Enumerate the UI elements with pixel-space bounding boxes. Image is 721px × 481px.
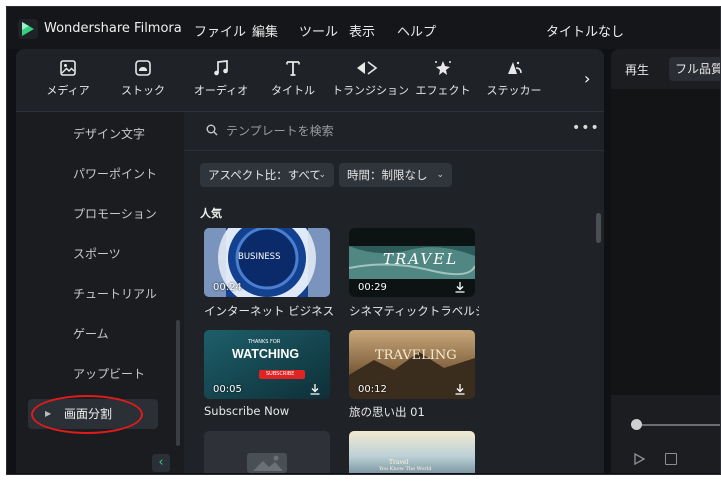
playback-slider-track[interactable] — [633, 424, 720, 426]
category-sidebar: デザイン文字 パワーポイント プロモーション スポーツ チュートリアル ゲーム … — [16, 112, 184, 473]
subscribe-thumb-text: WATCHING — [232, 347, 300, 361]
collapse-sidebar-button[interactable]: ‹ — [152, 454, 170, 472]
template-title: シネマティックトラベルシュ... — [349, 304, 479, 318]
title-bar: Wondershare Filmora ファイル 編集 ツール 表示 ヘルプ タ… — [7, 7, 720, 49]
template-title: 旅の思い出 01 — [349, 405, 425, 419]
subscribe-thumb-small: THANKS FOR — [248, 339, 281, 345]
template-content: ••• アスペクト比：すべて ⌄ 時間：制限なし ⌄ 人気 — [184, 112, 604, 473]
search-icon — [206, 124, 218, 136]
subscribe-thumb-button: SUBSCRIBE — [266, 371, 295, 377]
template-title: Subscribe Now — [204, 404, 290, 418]
tool-transition[interactable]: トランジション — [332, 59, 409, 98]
menu-file[interactable]: ファイル — [194, 21, 246, 40]
tool-transition-label: トランジション — [332, 84, 409, 97]
menu-edit[interactable]: 編集 — [252, 21, 278, 40]
tool-sticker-label: ステッカー — [486, 84, 542, 97]
download-icon[interactable] — [309, 383, 321, 395]
template-card-placeholder[interactable] — [204, 431, 330, 473]
menu-tools[interactable]: ツール — [299, 21, 338, 40]
travel-thumb-text: TRAVEL — [383, 250, 459, 268]
tool-stock-label: ストック — [121, 84, 165, 97]
template-search-input[interactable] — [226, 121, 486, 141]
menu-view[interactable]: 表示 — [349, 21, 375, 40]
sidebar-item-promotion[interactable]: プロモーション — [16, 199, 166, 229]
sidebar-item-upbeat[interactable]: アップビート — [16, 359, 166, 389]
tool-effect-label: エフェクト — [415, 84, 471, 97]
play-icon[interactable] — [633, 453, 645, 465]
sidebar-item-game[interactable]: ゲーム — [16, 319, 166, 349]
tool-audio-label: オーディオ — [193, 84, 249, 97]
download-icon[interactable] — [454, 383, 466, 395]
duration-filter-label: 時間：制限なし — [347, 168, 428, 182]
library-panel: メディア ストック オーディオ タイトル トランジション エフェクト ステッカー… — [16, 49, 604, 473]
template-card-subscribe[interactable]: THANKS FOR WATCHING SUBSCRIBE 00:05 — [204, 330, 330, 399]
chevron-down-icon: ⌄ — [436, 170, 444, 180]
more-options-icon[interactable]: ••• — [572, 120, 600, 136]
document-title: タイトルなし — [546, 25, 625, 40]
tool-stock[interactable]: ストック — [108, 59, 178, 98]
template-duration: 00:29 — [358, 282, 387, 293]
quality-dropdown[interactable]: フル品質 — [669, 57, 720, 81]
download-icon[interactable] — [454, 281, 466, 293]
tool-audio[interactable]: オーディオ — [186, 59, 256, 98]
effect-icon — [435, 61, 451, 75]
asset-toolbar: メディア ストック オーディオ タイトル トランジション エフェクト ステッカー… — [16, 49, 604, 111]
app-name: Wondershare Filmora — [44, 21, 182, 36]
toolbar-next-chevron-icon[interactable]: › — [584, 69, 590, 88]
sidebar-item-powerpoint[interactable]: パワーポイント — [16, 159, 166, 189]
preview-controls — [611, 395, 720, 473]
image-placeholder-icon — [247, 453, 287, 473]
chevron-down-icon: ⌄ — [318, 170, 326, 180]
sky-thumb-line2: You Know The World — [379, 466, 432, 472]
tool-sticker[interactable]: ステッカー — [479, 59, 549, 98]
template-card-sky[interactable]: Travel You Know The World — [349, 431, 475, 473]
menu-help[interactable]: ヘルプ — [397, 21, 436, 40]
title-icon — [286, 61, 300, 76]
tool-media[interactable]: メディア — [33, 59, 103, 98]
template-card-traveling[interactable]: TRAVELING 00:12 — [349, 330, 475, 399]
template-duration: 00:12 — [358, 384, 387, 395]
sticker-icon — [508, 61, 522, 74]
sky-thumb-line1: Travel — [389, 459, 409, 466]
audio-icon — [214, 60, 228, 76]
business-thumb-text: BUSINESS — [238, 252, 281, 262]
sidebar-item-tutorial[interactable]: チュートリアル — [16, 279, 166, 309]
filmora-logo — [18, 19, 38, 39]
preview-tabs: 再生 フル品質 — [611, 49, 720, 89]
tool-title[interactable]: タイトル — [258, 59, 328, 98]
playback-slider-handle[interactable] — [631, 419, 642, 430]
preview-screen — [611, 89, 720, 395]
media-icon — [60, 60, 76, 76]
template-title: インターネット ビジネス サ... — [204, 304, 334, 318]
highlight-annotation-ellipse — [31, 395, 143, 434]
sidebar-item-sports[interactable]: スポーツ — [16, 239, 166, 269]
tool-title-label: タイトル — [271, 84, 315, 97]
stop-icon[interactable] — [665, 453, 677, 465]
tab-playback[interactable]: 再生 — [625, 61, 649, 78]
content-scrollbar-thumb[interactable] — [596, 213, 601, 243]
tool-media-label: メディア — [46, 84, 90, 97]
preview-panel: 再生 フル品質 — [611, 49, 720, 473]
section-title-popular: 人気 — [200, 207, 222, 220]
traveling-thumb-text: TRAVELING — [375, 348, 457, 363]
template-duration: 00:05 — [213, 384, 242, 395]
duration-dropdown[interactable]: 時間：制限なし ⌄ — [339, 163, 452, 187]
template-duration: 00:24 — [213, 282, 242, 293]
sidebar-item-design-text[interactable]: デザイン文字 — [16, 119, 166, 149]
filmora-window: Wondershare Filmora ファイル 編集 ツール 表示 ヘルプ タ… — [6, 6, 721, 475]
tool-effect[interactable]: エフェクト — [408, 59, 478, 98]
search-divider — [184, 150, 604, 151]
transition-icon — [357, 61, 378, 75]
stock-icon — [135, 60, 151, 76]
aspect-ratio-label: アスペクト比：すべて — [208, 168, 321, 182]
template-card-business[interactable]: BUSINESS 00:24 — [204, 228, 330, 297]
aspect-ratio-dropdown[interactable]: アスペクト比：すべて ⌄ — [200, 163, 334, 187]
template-card-travel[interactable]: TRAVEL 00:29 — [349, 228, 475, 297]
sidebar-scrollbar[interactable] — [176, 320, 180, 446]
